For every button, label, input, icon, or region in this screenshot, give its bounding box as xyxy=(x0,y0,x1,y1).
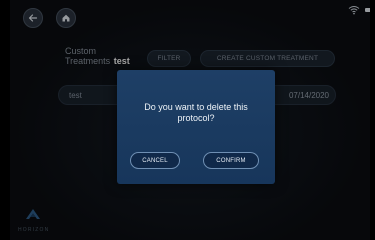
delete-confirm-dialog: Do you want to delete this protocol? CAN… xyxy=(117,70,275,184)
screen: Custom Treatments test FILTER CREATE CUS… xyxy=(10,0,370,240)
confirm-button[interactable]: CONFIRM xyxy=(203,152,259,169)
dialog-message: Do you want to delete this protocol? xyxy=(144,102,248,123)
cancel-button[interactable]: CANCEL xyxy=(130,152,180,169)
